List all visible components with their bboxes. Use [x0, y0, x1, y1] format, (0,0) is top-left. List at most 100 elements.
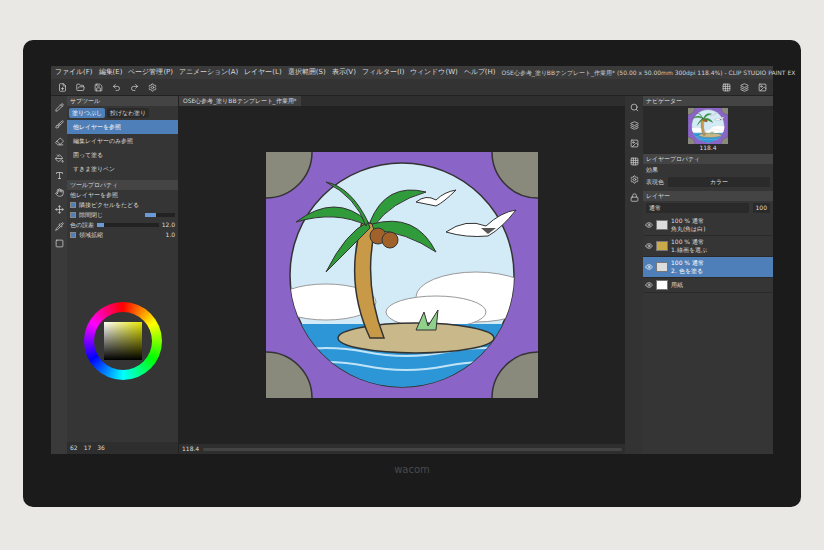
subtool-item[interactable]: 他レイヤーを参照 — [67, 120, 178, 134]
menu-item[interactable]: ページ管理(P) — [128, 68, 173, 77]
opacity-value[interactable]: 100 — [753, 203, 770, 213]
layer-row[interactable]: 100 % 通常角丸(角は白) — [643, 215, 773, 236]
lock-icon[interactable] — [627, 190, 641, 204]
grid-icon[interactable] — [627, 154, 641, 168]
pencil-icon[interactable] — [52, 100, 66, 114]
color-select[interactable]: カラー — [668, 177, 770, 187]
menu-item[interactable]: ウィンドウ(W) — [410, 68, 457, 77]
color-square[interactable] — [104, 322, 142, 360]
canvas-tabs: OSE心参考_塗りBBテンプレート_作業用* — [179, 96, 625, 106]
status-value: 62 — [70, 444, 78, 452]
search-icon[interactable] — [627, 100, 641, 114]
menu-item[interactable]: ヘルプ(H) — [464, 68, 496, 77]
tablet-bezel: ファイル(F) 編集(E) ページ管理(P) アニメーション(A) レイヤー(L) 選択範… — [23, 40, 801, 507]
navigator: 118.4 — [643, 106, 773, 154]
subtool-list: 他レイヤーを参照編集レイヤーのみ参照囲って塗るすきま塗りペン — [67, 120, 178, 176]
grid-icon[interactable] — [719, 80, 733, 94]
layer-thumbnail — [656, 280, 668, 290]
gap-bar[interactable] — [145, 213, 175, 217]
panel-header: サブツール — [67, 96, 178, 106]
brush-icon[interactable] — [52, 117, 66, 131]
undo-icon[interactable] — [109, 80, 123, 94]
layers-icon[interactable] — [737, 80, 751, 94]
effect-row: 効果 — [643, 164, 773, 176]
menu-item[interactable]: ファイル(F) — [55, 68, 93, 77]
fill-icon[interactable] — [52, 151, 66, 165]
color-wheel[interactable] — [84, 302, 162, 380]
layers-icon[interactable] — [627, 118, 641, 132]
layer-row[interactable]: 100 % 通常2. 色を塗る — [643, 257, 773, 278]
text-icon[interactable] — [52, 168, 66, 182]
panel-header: ツールプロパティ — [67, 180, 178, 190]
number-reading[interactable]: 1.0 — [165, 231, 175, 239]
navigator-thumbnail — [688, 108, 728, 144]
eyedropper-icon[interactable] — [52, 219, 66, 233]
menu-item[interactable]: フィルター(I) — [362, 68, 405, 77]
workspace: サブツール塗りつぶし投げなわ塗り他レイヤーを参照編集レイヤーのみ参照囲って塗るす… — [51, 96, 773, 454]
layer-mode: 100 % 通常 — [671, 259, 704, 267]
zoom-value[interactable]: 118.4 — [182, 445, 199, 453]
menu-item[interactable]: 編集(E) — [99, 68, 123, 77]
eye-icon[interactable] — [645, 281, 653, 289]
layer-name: 1.線画を選ぶ — [671, 246, 707, 254]
layer-mode: 100 % 通常 — [671, 238, 707, 246]
blend-row: 通常 100 — [643, 201, 773, 215]
layer-name: 角丸(角は白) — [671, 225, 706, 233]
subtool-item[interactable]: 囲って塗る — [67, 148, 178, 162]
menu-item[interactable]: 選択範囲(S) — [288, 68, 326, 77]
menu-item[interactable]: 表示(V) — [332, 68, 356, 77]
material-icon[interactable] — [627, 136, 641, 150]
property-row[interactable]: 領域拡縮1.0 — [67, 230, 178, 240]
eye-icon[interactable] — [645, 221, 653, 229]
blend-select[interactable]: 通常 — [646, 203, 749, 213]
scrollbar[interactable] — [203, 448, 622, 451]
navigator-zoom[interactable]: 118.4 — [699, 144, 716, 152]
color-area — [67, 240, 178, 442]
property-row[interactable]: 隣接ピクセルをたどる — [67, 200, 178, 210]
checkbox[interactable] — [70, 232, 76, 238]
layer-thumbnail — [656, 241, 668, 251]
tool-name: 他レイヤーを参照 — [67, 190, 178, 200]
shape-icon[interactable] — [52, 236, 66, 250]
status-value: 17 — [84, 444, 92, 452]
canvas-view[interactable] — [179, 106, 625, 444]
redo-icon[interactable] — [127, 80, 141, 94]
layer-row[interactable]: 用紙 — [643, 278, 773, 293]
brand-logo: wacom — [394, 462, 430, 477]
hand-icon[interactable] — [52, 185, 66, 199]
layer-thumbnail — [656, 262, 668, 272]
new-file-icon[interactable] — [55, 80, 69, 94]
eraser-icon[interactable] — [52, 134, 66, 148]
canvas-tab[interactable]: OSE心参考_塗りBBテンプレート_作業用* — [179, 96, 301, 106]
layer-row[interactable]: 100 % 通常1.線画を選ぶ — [643, 236, 773, 257]
subtool-item[interactable]: すきま塗りペン — [67, 162, 178, 176]
right-panel: ナビゲーター118.4レイヤープロパティ効果表現色カラーレイヤー通常100100… — [643, 96, 773, 454]
photo: ファイル(F) 編集(E) ページ管理(P) アニメーション(A) レイヤー(L) 選択範… — [0, 0, 824, 550]
subtool-tab[interactable]: 投げなわ塗り — [107, 108, 149, 118]
canvas-area: OSE心参考_塗りBBテンプレート_作業用* 118.4 — [179, 96, 625, 454]
checkbox[interactable] — [70, 202, 76, 208]
settings-icon[interactable] — [145, 80, 159, 94]
panel-header: ナビゲーター — [643, 96, 773, 106]
layer-thumbnail — [656, 220, 668, 230]
subtool-item[interactable]: 編集レイヤーのみ参照 — [67, 134, 178, 148]
eye-icon[interactable] — [645, 242, 653, 250]
subtool-panel: サブツール塗りつぶし投げなわ塗り他レイヤーを参照編集レイヤーのみ参照囲って塗るす… — [67, 96, 179, 454]
settings-icon[interactable] — [627, 172, 641, 186]
eye-icon[interactable] — [645, 263, 653, 271]
move-icon[interactable] — [52, 202, 66, 216]
open-icon[interactable] — [73, 80, 87, 94]
menu-item[interactable]: レイヤー(L) — [244, 68, 281, 77]
layer-name: 用紙 — [671, 281, 683, 289]
image-icon[interactable] — [755, 80, 769, 94]
subtool-tab[interactable]: 塗りつぶし — [69, 108, 105, 118]
checkbox[interactable] — [70, 212, 76, 218]
panel-icon-bar — [625, 96, 643, 454]
slider-track[interactable] — [97, 223, 159, 227]
color-row: 表現色カラー — [643, 176, 773, 188]
menu-item[interactable]: アニメーション(A) — [179, 68, 238, 77]
property-row[interactable]: 隙間閉じ — [67, 210, 178, 220]
toolbar — [51, 79, 773, 96]
property-row[interactable]: 色の誤差12.0 — [67, 220, 178, 230]
save-icon[interactable] — [91, 80, 105, 94]
